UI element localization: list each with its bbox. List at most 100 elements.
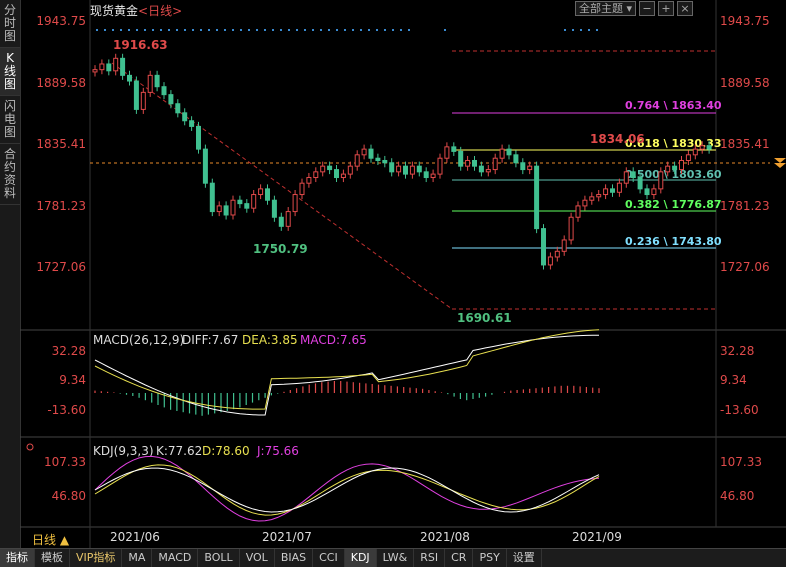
candle-body — [189, 120, 195, 127]
macd-tick-right: 32.28 — [720, 344, 754, 358]
indicator-tab[interactable]: CR — [445, 549, 474, 567]
event-marker — [192, 29, 194, 31]
macd-diff: DIFF:7.67 — [182, 333, 238, 347]
candle-body — [92, 69, 98, 73]
candle-body — [244, 203, 250, 209]
candle-body — [306, 177, 312, 184]
candle-body — [416, 165, 422, 173]
macd-tick-right: -13.60 — [720, 403, 759, 417]
candle-body — [285, 211, 291, 227]
indicator-tab[interactable]: KDJ — [344, 549, 377, 567]
date-tick: 2021/06 — [110, 530, 160, 544]
macd-tick: 32.28 — [52, 344, 86, 358]
candle-body — [327, 165, 333, 171]
candle-body — [133, 80, 139, 110]
indicator-tab[interactable]: BIAS — [275, 549, 314, 567]
event-marker — [96, 29, 98, 31]
macd-tick: -13.60 — [47, 403, 86, 417]
candle-body — [437, 157, 443, 175]
event-marker — [352, 29, 354, 31]
event-marker — [336, 29, 338, 31]
indicator-tab[interactable]: RSI — [414, 549, 446, 567]
event-marker — [184, 29, 186, 31]
candle-body — [147, 74, 153, 93]
indicator-tab[interactable]: CCI — [313, 549, 345, 567]
event-marker — [572, 29, 574, 31]
candle-body — [478, 165, 484, 173]
candle-body — [340, 173, 346, 179]
indicator-tab[interactable]: BOLL — [198, 549, 240, 567]
high-annotation: 1916.63 — [113, 38, 168, 52]
candle-body — [554, 250, 560, 258]
macd-tick-right: 9.34 — [720, 373, 747, 387]
price-tick-right: 1889.58 — [720, 76, 770, 90]
candle-body — [403, 165, 408, 175]
candle-body — [271, 199, 277, 218]
candle-body — [520, 162, 526, 171]
indicator-tab[interactable]: PSY — [473, 549, 507, 567]
price-tick: 1835.41 — [36, 137, 86, 151]
event-marker — [400, 29, 402, 31]
date-tick: 2021/07 — [262, 530, 312, 544]
event-marker — [272, 29, 274, 31]
indicator-tab[interactable]: VOL — [240, 549, 275, 567]
event-marker — [144, 29, 146, 31]
event-marker — [240, 29, 242, 31]
candle-body — [644, 188, 650, 196]
event-marker — [564, 29, 566, 31]
candle-body — [568, 216, 574, 241]
price-tick: 1889.58 — [36, 76, 86, 90]
period-toggle[interactable]: 日线 ▲ — [32, 531, 69, 548]
kdj-tick-right: 107.33 — [720, 455, 762, 469]
candle-body — [451, 146, 457, 152]
event-marker — [200, 29, 202, 31]
event-marker — [112, 29, 114, 31]
kdj-settings-icon[interactable] — [26, 443, 34, 451]
candle-body — [665, 165, 671, 173]
candle-body — [396, 165, 402, 173]
candle-body — [603, 188, 609, 196]
candle-body — [251, 194, 257, 209]
candle-body — [120, 57, 126, 76]
candlestick-series — [92, 53, 712, 270]
candle-body — [472, 159, 477, 167]
candle-body — [513, 154, 519, 164]
candle-body — [430, 173, 436, 179]
candle-body — [506, 148, 512, 156]
event-marker — [360, 29, 362, 31]
candle-body — [161, 86, 167, 96]
candle-body — [175, 103, 181, 114]
candle-body — [458, 150, 464, 167]
candle-body — [347, 165, 353, 175]
event-marker — [128, 29, 130, 31]
candle-body — [292, 194, 298, 213]
candle-body — [499, 148, 505, 159]
indicator-tab[interactable]: VIP指标 — [70, 549, 123, 567]
event-marker — [176, 29, 178, 31]
candle-body — [623, 171, 629, 184]
indicator-tab[interactable]: LW& — [377, 549, 415, 567]
price-tick-right: 1943.75 — [720, 14, 770, 28]
candle-body — [106, 63, 112, 72]
candle-body — [706, 145, 712, 150]
event-marker — [384, 29, 386, 31]
kdj-k-line — [94, 467, 600, 513]
candle-body — [368, 148, 374, 159]
chart-canvas[interactable]: 1943.75 1889.58 1835.41 1781.23 1727.06 … — [0, 0, 786, 548]
candle-body — [465, 159, 471, 167]
indicator-tab[interactable]: 模板 — [35, 549, 70, 567]
indicator-tab[interactable]: MA — [122, 549, 153, 567]
candle-body — [596, 194, 602, 198]
candle-body — [168, 94, 174, 105]
candle-body — [485, 169, 491, 173]
event-marker — [392, 29, 394, 31]
macd-title: MACD(26,12,9) — [93, 333, 184, 347]
current-price-marker — [774, 163, 786, 168]
event-marker — [320, 29, 322, 31]
event-marker — [256, 29, 258, 31]
indicator-tab[interactable]: 指标 — [0, 549, 35, 567]
indicator-tab[interactable]: 设置 — [507, 549, 542, 567]
candle-body — [610, 188, 615, 193]
price-tick: 1727.06 — [36, 260, 86, 274]
indicator-tab[interactable]: MACD — [152, 549, 199, 567]
